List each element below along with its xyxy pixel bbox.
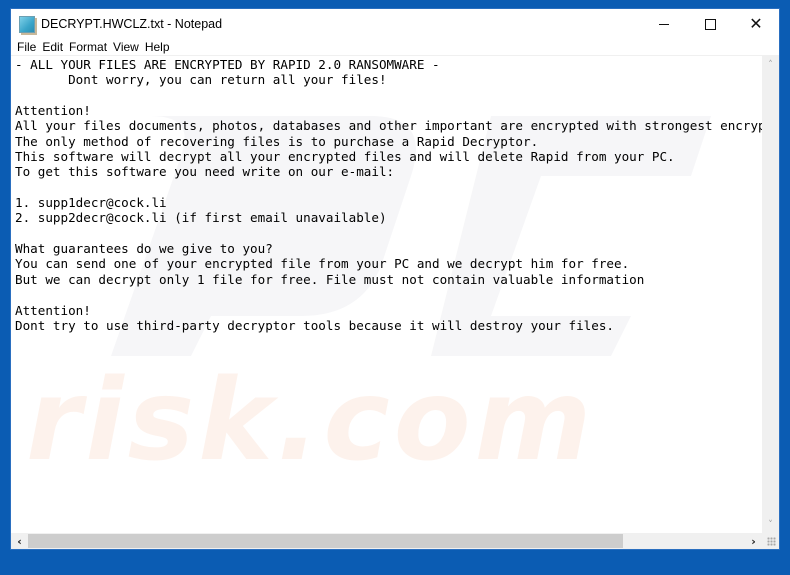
scroll-right-button[interactable]: › [745,533,762,549]
menu-file[interactable]: File [14,40,39,54]
title-bar[interactable]: DECRYPT.HWCLZ.txt - Notepad ✕ [11,9,779,39]
resize-grip-icon [767,537,776,546]
text-line: To get this software you need write on o… [15,164,395,180]
text-line: - ALL YOUR FILES ARE ENCRYPTED BY RAPID … [15,57,440,72]
notepad-icon [19,15,35,33]
text-line: Dont worry, you can return all your file… [15,72,387,88]
minimize-button[interactable] [641,9,687,39]
text-line: Attention! [15,103,91,119]
text-line: This software will decrypt all your encr… [15,149,675,165]
maximize-button[interactable] [687,9,733,39]
menu-view[interactable]: View [110,40,142,54]
text-line: 2. supp2decr@cock.li (if first email una… [15,210,387,226]
chevron-right-icon: › [751,534,756,548]
text-line: 1. supp1decr@cock.li [15,195,167,211]
text-line [15,88,762,103]
notepad-window: DECRYPT.HWCLZ.txt - Notepad ✕ File Edit … [10,8,780,550]
scroll-left-button[interactable]: ‹ [11,533,28,549]
chevron-down-icon: ˅ [768,520,773,530]
window-controls: ✕ [641,9,779,39]
horizontal-scroll-thumb[interactable] [28,534,624,548]
minimize-icon [659,23,669,25]
maximize-icon [704,18,716,30]
close-button[interactable]: ✕ [733,9,779,39]
menu-bar: File Edit Format View Help [11,39,779,55]
text-line: The only method of recovering files is t… [15,133,539,149]
text-line: But we can decrypt only 1 file for free.… [15,271,645,287]
window-title: DECRYPT.HWCLZ.txt - Notepad [41,17,223,31]
menu-edit[interactable]: Edit [39,40,66,54]
text-line [15,287,762,302]
resize-grip[interactable] [762,533,779,549]
text-line: Dont try to use third-party decryptor to… [15,317,614,333]
close-icon: ✕ [749,14,763,33]
menu-help[interactable]: Help [142,40,173,54]
menu-format[interactable]: Format [66,40,110,54]
scroll-up-button[interactable]: ˄ [762,57,779,73]
text-line: You can send one of your encrypted file … [15,256,630,272]
chevron-left-icon: ‹ [17,534,22,548]
text-line: What guarantees do we give to you? [15,241,273,257]
document-text[interactable]: - ALL YOUR FILES ARE ENCRYPTED BY RAPID … [15,57,762,333]
chevron-up-icon: ˄ [768,60,773,70]
text-line: All your files documents, photos, databa… [15,118,762,134]
text-line [15,180,762,195]
text-line: Attention! [15,302,91,318]
scroll-down-button[interactable]: ˅ [762,517,779,533]
horizontal-scrollbar[interactable]: ‹ › [11,533,762,549]
vertical-scrollbar[interactable]: ˄ ˅ [762,55,779,533]
text-line [15,226,762,241]
watermark-text: risk.com [26,356,596,486]
text-editor[interactable]: risk.com - ALL YOUR FILES ARE ENCRYPTED … [11,55,762,533]
